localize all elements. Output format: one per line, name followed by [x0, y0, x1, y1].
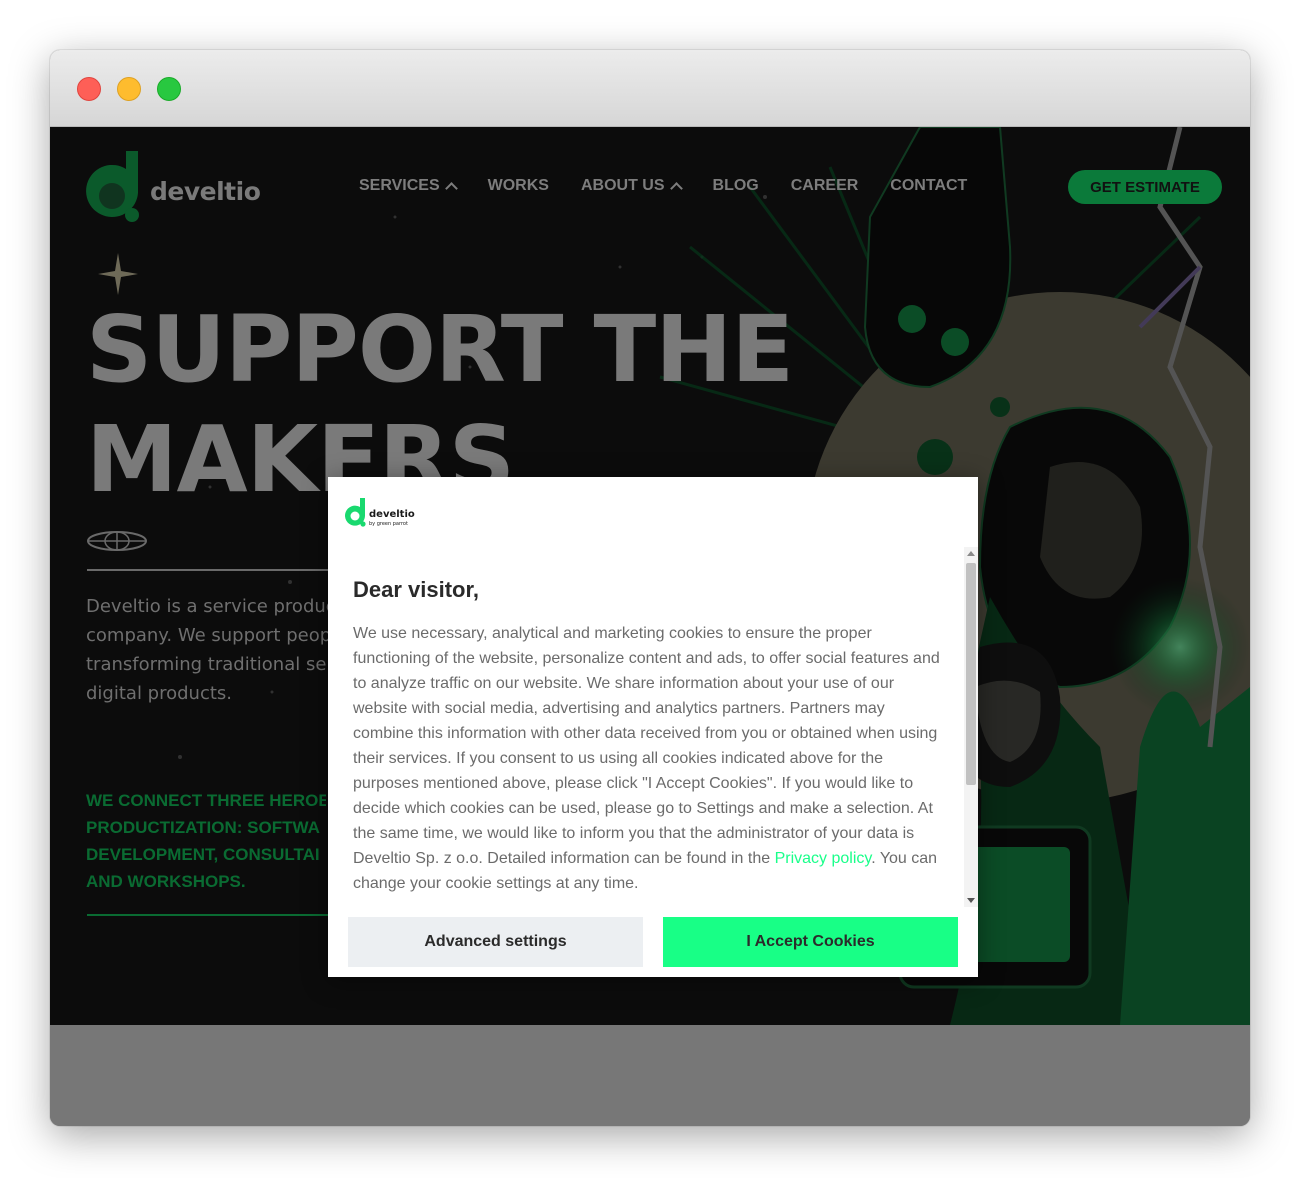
top-navigation: develtio SERVICES WORKS ABOUT US BLOG CA…	[50, 127, 1250, 247]
get-estimate-button[interactable]: GET ESTIMATE	[1068, 170, 1222, 204]
divider	[87, 569, 332, 571]
nav-blog[interactable]: BLOG	[713, 177, 759, 195]
title-bar	[50, 50, 1250, 127]
nav-services[interactable]: SERVICES	[359, 177, 458, 195]
nav-career-label: CAREER	[790, 177, 859, 194]
hero-description: Develtio is a service produc company. We…	[86, 592, 336, 708]
description-line: transforming traditional ser	[86, 654, 334, 675]
page-footer-area	[50, 1025, 1250, 1126]
heroes-tagline: WE CONNECT THREE HEROE PRODUCTIZATION: S…	[86, 787, 326, 895]
cookie-body-text: We use necessary, analytical and marketi…	[353, 621, 945, 896]
heroes-line: WE CONNECT THREE HEROE	[86, 791, 326, 810]
green-divider	[87, 914, 332, 916]
nav-blog-label: BLOG	[712, 177, 759, 194]
cookie-consent-dialog: develtio by green parrot Dear visitor, W…	[328, 477, 978, 977]
scrollbar-thumb[interactable]	[966, 563, 976, 785]
cookie-text-scroll-area[interactable]: Dear visitor, We use necessary, analytic…	[328, 547, 978, 907]
logo-wordmark[interactable]: develtio	[150, 177, 261, 206]
nav-works-label: WORKS	[487, 177, 549, 194]
nav-works[interactable]: WORKS	[488, 177, 549, 195]
nav-services-label: SERVICES	[359, 177, 440, 194]
nav-career[interactable]: CAREER	[791, 177, 859, 195]
nav-contact-label: CONTACT	[890, 177, 968, 194]
nav-about-label: ABOUT US	[580, 177, 665, 194]
description-line: company. We support peop	[86, 625, 332, 646]
nav-contact[interactable]: CONTACT	[890, 177, 967, 195]
heroes-line: DEVELOPMENT, CONSULTAI	[86, 845, 320, 864]
browser-window: develtio SERVICES WORKS ABOUT US BLOG CA…	[50, 50, 1250, 1126]
advanced-settings-button[interactable]: Advanced settings	[348, 917, 643, 967]
heroes-line: AND WORKSHOPS.	[86, 872, 246, 891]
cookie-body-part: We use necessary, analytical and marketi…	[353, 625, 940, 867]
modal-logo-name: develtio	[369, 509, 415, 520]
nav-about-us[interactable]: ABOUT US	[580, 177, 683, 195]
maximize-window-button[interactable]	[157, 77, 181, 101]
accept-cookies-button[interactable]: I Accept Cookies	[663, 917, 958, 967]
description-line: digital products.	[86, 683, 232, 704]
vertical-scrollbar[interactable]	[964, 547, 978, 907]
globe-icon	[87, 531, 147, 551]
scroll-down-arrow-icon[interactable]	[967, 898, 975, 903]
close-window-button[interactable]	[77, 77, 101, 101]
modal-logo-tagline: by green parrot	[369, 521, 408, 527]
description-line: Develtio is a service produc	[86, 596, 336, 617]
hero-title-line-1: SUPPORT THE	[86, 296, 794, 403]
main-menu: SERVICES WORKS ABOUT US BLOG CAREER CONT…	[359, 177, 999, 195]
chevron-up-icon	[669, 182, 683, 195]
sparkle-icon	[98, 253, 138, 295]
develtio-modal-logo-icon: develtio by green parrot	[345, 498, 415, 527]
cookie-heading: Dear visitor,	[353, 577, 479, 602]
heroes-line: PRODUCTIZATION: SOFTWA	[86, 818, 320, 837]
privacy-policy-link[interactable]: Privacy policy	[775, 850, 872, 867]
chevron-up-icon	[444, 182, 458, 195]
scroll-up-arrow-icon[interactable]	[967, 551, 975, 556]
minimize-window-button[interactable]	[117, 77, 141, 101]
